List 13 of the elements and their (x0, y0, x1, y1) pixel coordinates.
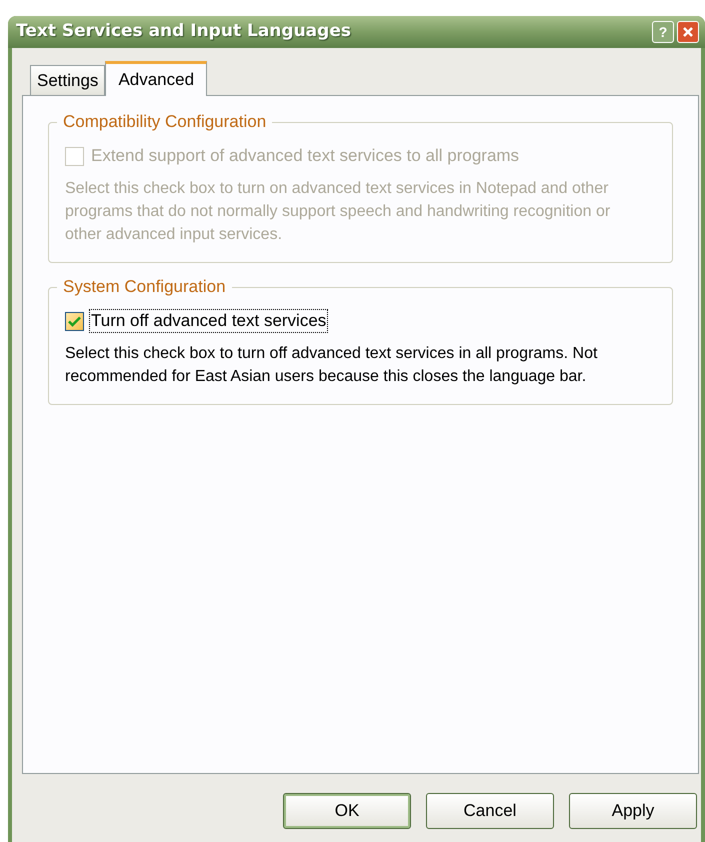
close-button[interactable] (677, 21, 699, 43)
checkbox[interactable] (65, 312, 84, 330)
tab[interactable]: Advanced (105, 61, 208, 96)
close-icon (682, 26, 694, 38)
description-text: Select this check box to turn off advanced text services in all programs. Not recommended for East Asian users because this closes the language bar. (65, 344, 598, 387)
description-text: Select this check box to turn on advanced text services in Notepad and other programs that do not normally support speech and handwriting recognition or other advanced input services. (65, 179, 612, 245)
dialog-button[interactable]: Apply (569, 793, 697, 829)
checkbox-label[interactable]: Turn off advanced text services (90, 310, 328, 332)
checkmark-icon (68, 316, 81, 326)
dialog-button[interactable]: OK (283, 793, 411, 829)
window-title: Text Services and Input Languages (16, 20, 351, 44)
dialog-button[interactable]: Cancel (426, 793, 554, 829)
tab[interactable]: Settings (30, 65, 106, 95)
